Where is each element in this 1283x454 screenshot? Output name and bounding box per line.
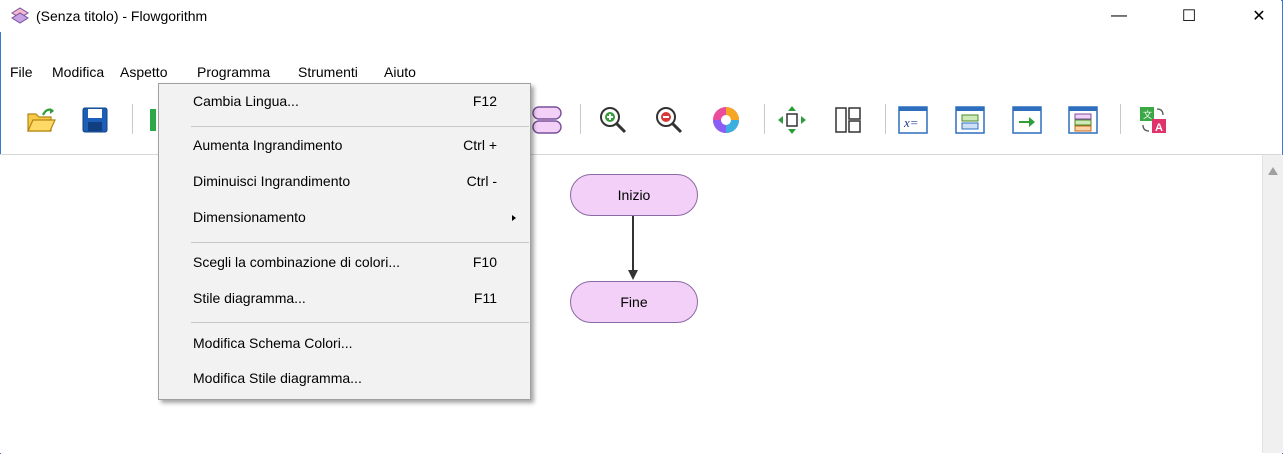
run-icon[interactable] [138, 103, 158, 137]
menu-item-dimensionamento[interactable]: Dimensionamento [159, 203, 530, 235]
toolbar-separator [132, 104, 133, 134]
output-icon[interactable] [1010, 103, 1044, 137]
menu-aspetto[interactable]: Aspetto [120, 64, 167, 80]
menu-item-modifica-stile-diagramma[interactable]: Modifica Stile diagramma... [159, 364, 530, 396]
minimize-button[interactable]: — [1096, 0, 1142, 32]
menu-item-diminuisci-ingrandimento[interactable]: Diminuisci Ingrandimento Ctrl - [159, 167, 530, 199]
scroll-up-icon[interactable] [1268, 167, 1278, 175]
toolbar-separator [1120, 104, 1121, 134]
menu-item-shortcut: F12 [472, 93, 497, 109]
maximize-button[interactable]: ☐ [1166, 0, 1212, 32]
menu-item-stile-diagramma[interactable]: Stile diagramma... F11 [159, 284, 530, 316]
menu-item-aumenta-ingrandimento[interactable]: Aumenta Ingrandimento Ctrl + [159, 131, 530, 163]
variable-watch-icon[interactable]: x= [896, 103, 930, 137]
menu-item-label: Stile diagramma... [193, 290, 306, 306]
menu-item-modifica-schema-colori[interactable]: Modifica Schema Colori... [159, 329, 530, 361]
svg-text:文: 文 [1143, 109, 1152, 120]
menu-item-shortcut: F10 [472, 254, 497, 270]
svg-text:x=: x= [903, 115, 919, 130]
menu-programma[interactable]: Programma [197, 64, 270, 80]
menu-item-label: Aumenta Ingrandimento [193, 137, 343, 153]
vertical-scrollbar[interactable] [1262, 155, 1283, 453]
aspetto-dropdown-menu: Cambia Lingua... F12 Aumenta Ingrandimen… [158, 83, 531, 400]
console-icon[interactable] [953, 103, 987, 137]
window-title: (Senza titolo) - Flowgorithm [36, 8, 208, 24]
zoom-out-icon[interactable] [652, 103, 686, 137]
dimension-icon[interactable] [775, 103, 809, 137]
menu-modifica[interactable]: Modifica [52, 64, 104, 80]
close-button[interactable]: ✕ [1236, 0, 1282, 32]
menu-item-label: Modifica Stile diagramma... [193, 370, 362, 386]
menu-strumenti[interactable]: Strumenti [298, 64, 358, 80]
title-bar: (Senza titolo) - Flowgorithm [0, 0, 1281, 32]
menu-item-label: Dimensionamento [193, 209, 306, 225]
flowgorithm-app-icon [11, 7, 29, 24]
svg-text:A: A [1155, 122, 1163, 134]
menu-item-label: Diminuisci Ingrandimento [193, 173, 351, 189]
menu-item-cambia-lingua[interactable]: Cambia Lingua... F12 [159, 87, 530, 119]
menu-item-shortcut: F11 [473, 290, 497, 306]
menu-file[interactable]: File [10, 64, 33, 80]
menu-item-scegli-combinazione-colori[interactable]: Scegli la combinazione di colori... F10 [159, 248, 530, 280]
menu-item-shortcut: Ctrl - [466, 173, 497, 189]
source-code-icon[interactable] [1066, 103, 1100, 137]
save-icon[interactable] [78, 103, 112, 137]
menu-separator [191, 322, 529, 323]
color-scheme-icon[interactable] [709, 103, 743, 137]
end-node[interactable]: Fine [570, 281, 698, 323]
menu-item-label: Cambia Lingua... [193, 93, 299, 109]
menu-item-shortcut: Ctrl + [463, 137, 497, 153]
flow-arrow [628, 216, 638, 280]
open-icon[interactable] [24, 103, 58, 137]
menu-separator [191, 126, 529, 127]
toolbar-separator [885, 104, 886, 134]
toolbar-separator [764, 104, 765, 134]
menu-item-label: Scegli la combinazione di colori... [193, 254, 400, 270]
menu-item-label: Modifica Schema Colori... [193, 335, 353, 351]
toolbar-separator [580, 104, 581, 134]
translate-icon[interactable]: 文 A [1136, 103, 1170, 137]
start-node[interactable]: Inizio [570, 174, 698, 216]
menu-separator [191, 242, 529, 243]
submenu-arrow-icon [512, 215, 516, 221]
zoom-in-icon[interactable] [596, 103, 630, 137]
end-shape-icon[interactable] [530, 103, 564, 137]
layout-icon[interactable] [831, 103, 865, 137]
menu-aiuto[interactable]: Aiuto [384, 64, 416, 80]
